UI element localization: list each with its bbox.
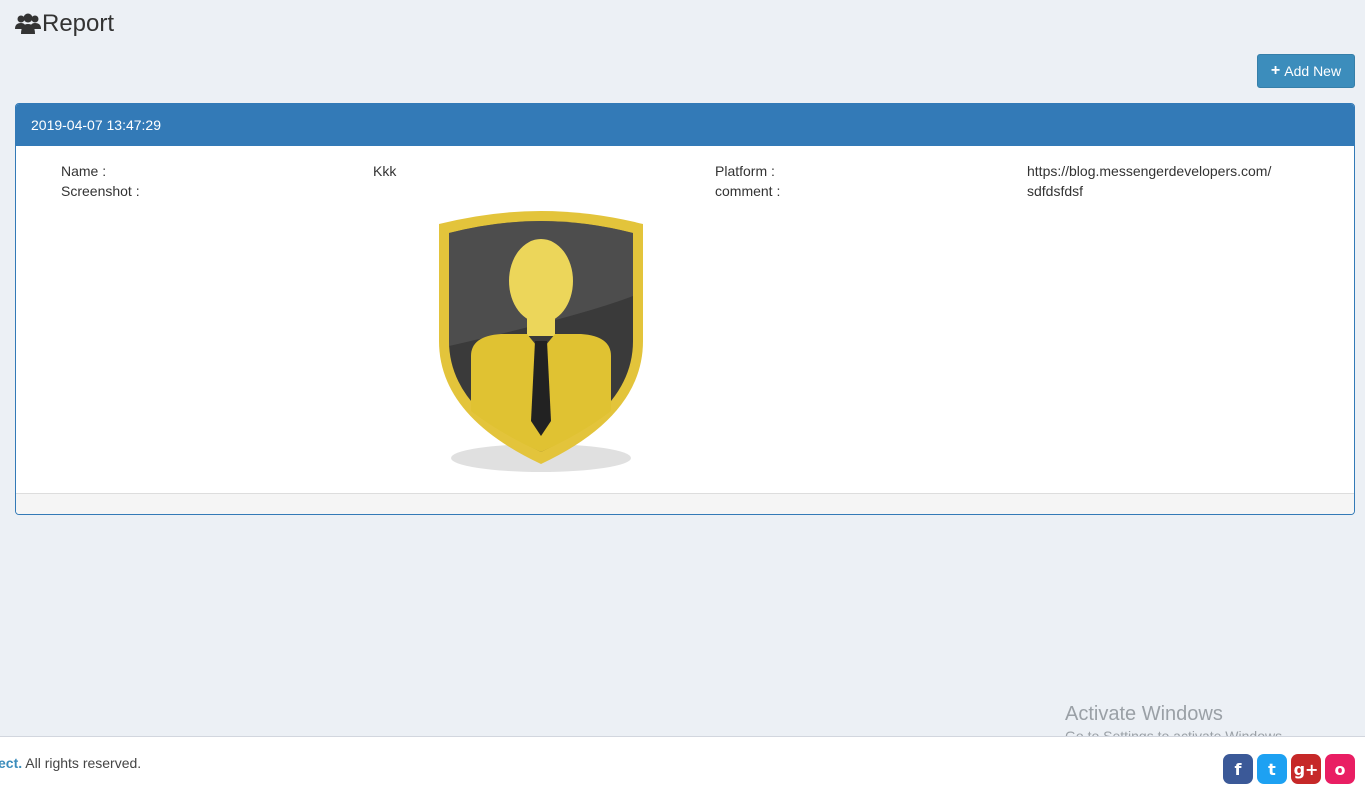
facebook-icon[interactable]: f <box>1223 754 1253 784</box>
page-footer: ect. All rights reserved. f t g+ o <box>0 736 1365 787</box>
watermark-title: Activate Windows <box>1065 703 1223 725</box>
users-icon <box>15 13 41 34</box>
comment-label: comment : <box>715 183 781 199</box>
page-header: Report <box>15 10 114 38</box>
copyright-text: All rights reserved. <box>22 755 142 771</box>
report-heading: 2019-04-07 13:47:29 <box>16 104 1354 146</box>
report-body: Name : Kkk Platform : https://blog.messe… <box>16 146 1354 494</box>
twitter-icon[interactable]: t <box>1257 754 1287 784</box>
google-plus-icon[interactable]: g+ <box>1291 754 1321 784</box>
copyright-brand[interactable]: ect. <box>0 755 22 771</box>
platform-value: https://blog.messengerdevelopers.com/ <box>1027 163 1272 179</box>
report-timestamp: 2019-04-07 13:47:29 <box>31 117 161 133</box>
report-panel: 2019-04-07 13:47:29 Name : Kkk Platform … <box>15 103 1355 515</box>
name-label: Name : <box>61 163 107 179</box>
page-title: Report <box>42 10 115 37</box>
add-new-button[interactable]: + Add New <box>1257 54 1355 88</box>
screenshot-label: Screenshot : <box>61 183 140 199</box>
plus-icon: + <box>1270 62 1281 79</box>
add-new-label: Add New <box>1284 63 1342 79</box>
screenshot-image <box>439 211 643 472</box>
comment-value: sdfdsfdsf <box>1027 183 1084 199</box>
report-footer <box>16 493 1354 514</box>
instagram-icon[interactable]: o <box>1325 754 1355 784</box>
platform-label: Platform : <box>715 163 775 179</box>
name-value: Kkk <box>373 163 397 179</box>
copyright: ect. All rights reserved. <box>0 755 141 771</box>
